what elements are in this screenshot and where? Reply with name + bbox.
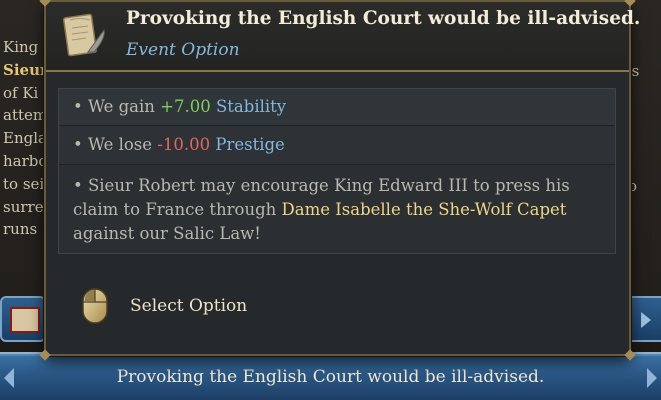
tooltip-title: Provoking the English Court would be ill… [126, 8, 641, 29]
select-option-label: Select Option [130, 296, 248, 316]
scroll-quill-icon [63, 13, 105, 57]
event-option-tooltip: Provoking the English Court would be ill… [39, 0, 640, 361]
chevron-right-icon [641, 312, 651, 328]
tooltip-subtitle: Event Option [126, 40, 240, 60]
effect-row-prestige: • We lose -10.00 Prestige [59, 127, 615, 165]
effect-value-positive: +7.00 [160, 97, 211, 116]
encyclopedia-book-button[interactable] [0, 296, 46, 342]
effect-value-negative: -10.00 [157, 135, 211, 154]
bar-right-ornament-icon [647, 368, 657, 388]
event-option-button[interactable]: Provoking the English Court would be ill… [0, 352, 661, 400]
effects-panel: • We gain +7.00 Stability • We lose -10.… [58, 88, 616, 254]
stat-link-stability[interactable]: Stability [216, 97, 286, 116]
description-text-end: against our Salic Law! [73, 224, 261, 243]
effect-row-stability: • We gain +7.00 Stability [59, 89, 615, 126]
mouse-left-click-icon [82, 288, 108, 324]
effect-prefix: • We lose [73, 135, 158, 154]
event-option-caption: Provoking the English Court would be ill… [116, 367, 545, 387]
tooltip-header: Provoking the English Court would be ill… [46, 2, 640, 72]
character-link[interactable]: Dame Isabelle the She-Wolf Capet [282, 200, 567, 219]
stat-link-prestige[interactable]: Prestige [215, 135, 284, 154]
effect-prefix: • We gain [73, 97, 161, 116]
book-icon [10, 307, 40, 333]
effect-description: • Sieur Robert may encourage King Edward… [59, 166, 615, 253]
